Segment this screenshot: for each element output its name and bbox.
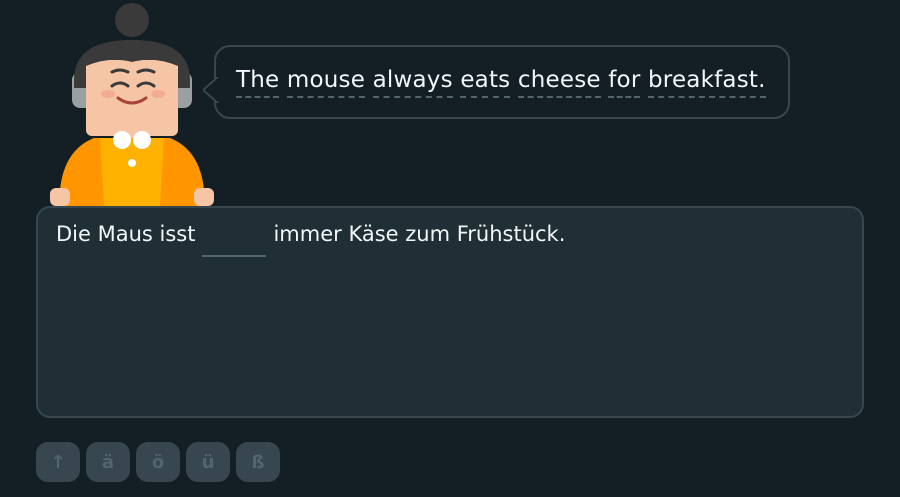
key-u-umlaut-button[interactable]: ü bbox=[186, 442, 230, 482]
sentence-before-blank: Die Maus isst bbox=[56, 222, 196, 246]
prompt-sentence: The mouse always eats cheese for breakfa… bbox=[236, 67, 766, 98]
key-o-umlaut-button[interactable]: ö bbox=[136, 442, 180, 482]
character-avatar-icon bbox=[50, 0, 214, 206]
blank-input[interactable] bbox=[202, 222, 267, 257]
answer-panel: Die Maus isst immer Käse zum Frühstück. bbox=[36, 206, 864, 418]
shift-key-button[interactable]: ↑ bbox=[36, 442, 80, 482]
prompt-word[interactable]: always bbox=[372, 67, 453, 98]
blank-wrapper bbox=[202, 222, 267, 257]
prompt-word[interactable]: breakfast. bbox=[648, 67, 766, 98]
prompt-word[interactable]: eats bbox=[460, 67, 511, 98]
prompt-word[interactable]: The bbox=[236, 67, 280, 98]
key-eszett-button[interactable]: ß bbox=[236, 442, 280, 482]
special-character-keys: ↑ ä ö ü ß bbox=[36, 442, 280, 482]
prompt-word[interactable]: for bbox=[608, 67, 641, 98]
key-a-umlaut-button[interactable]: ä bbox=[86, 442, 130, 482]
prompt-word[interactable]: cheese bbox=[517, 67, 601, 98]
exercise-screen: The mouse always eats cheese for breakfa… bbox=[0, 0, 900, 497]
sentence-after-blank: immer Käse zum Frühstück. bbox=[273, 222, 566, 246]
speech-bubble: The mouse always eats cheese for breakfa… bbox=[203, 45, 790, 119]
prompt-word[interactable]: mouse bbox=[286, 67, 366, 98]
translation-sentence: Die Maus isst immer Käse zum Frühstück. bbox=[56, 222, 565, 257]
